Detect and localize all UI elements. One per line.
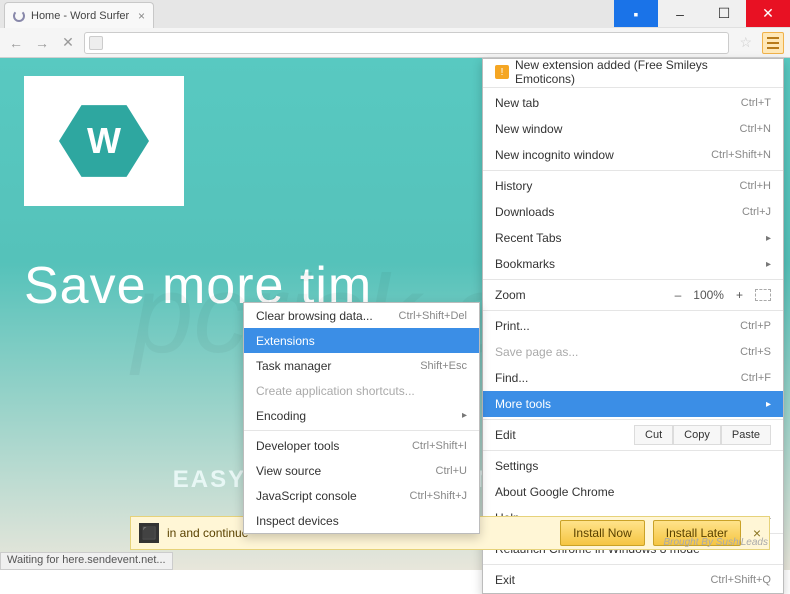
menu-edit-row: Edit Cut Copy Paste xyxy=(483,422,783,448)
menu-new-incognito[interactable]: New incognito windowCtrl+Shift+N xyxy=(483,142,783,168)
menu-print[interactable]: Print...Ctrl+P xyxy=(483,313,783,339)
menu-save-as[interactable]: Save page as...Ctrl+S xyxy=(483,339,783,365)
copy-button[interactable]: Copy xyxy=(673,425,721,445)
sub-shortcuts[interactable]: Create application shortcuts... xyxy=(244,378,479,403)
menu-settings[interactable]: Settings xyxy=(483,453,783,479)
maximize-button[interactable]: ☐ xyxy=(702,0,746,27)
menu-find[interactable]: Find...Ctrl+F xyxy=(483,365,783,391)
tabs-row: Home - Word Surfer × xyxy=(0,0,614,28)
menu-about[interactable]: About Google Chrome xyxy=(483,479,783,505)
logo-letter: W xyxy=(87,120,121,162)
menu-exit[interactable]: ExitCtrl+Shift+Q xyxy=(483,567,783,593)
install-icon: ⬛ xyxy=(139,523,159,543)
sub-task-manager[interactable]: Task managerShift+Esc xyxy=(244,353,479,378)
sub-view-source[interactable]: View sourceCtrl+U xyxy=(244,458,479,483)
menu-recent-tabs[interactable]: Recent Tabs▸ xyxy=(483,225,783,251)
tab-title: Home - Word Surfer xyxy=(31,10,129,22)
url-bar[interactable] xyxy=(84,32,729,54)
hex-logo: W xyxy=(59,102,149,180)
bookmark-star-icon[interactable]: ☆ xyxy=(739,34,752,51)
tab-close-icon[interactable]: × xyxy=(138,9,145,23)
zoom-value: 100% xyxy=(693,288,724,302)
menu-button[interactable] xyxy=(762,32,784,54)
stop-button[interactable]: ✕ xyxy=(58,33,78,53)
sub-devtools[interactable]: Developer toolsCtrl+Shift+I xyxy=(244,433,479,458)
back-button[interactable]: ← xyxy=(6,33,26,53)
sub-encoding[interactable]: Encoding▸ xyxy=(244,403,479,428)
forward-button[interactable]: → xyxy=(32,33,52,53)
install-now-button[interactable]: Install Now xyxy=(560,520,645,546)
brought-by-label: Brought By SushiLeads xyxy=(663,537,768,548)
sub-clear-data[interactable]: Clear browsing data...Ctrl+Shift+Del xyxy=(244,303,479,328)
more-tools-submenu: Clear browsing data...Ctrl+Shift+Del Ext… xyxy=(243,302,480,534)
alert-icon: ! xyxy=(495,65,509,79)
zoom-in-button[interactable]: + xyxy=(736,288,743,302)
status-bar: Waiting for here.sendevent.net... xyxy=(0,552,173,570)
menu-new-window[interactable]: New windowCtrl+N xyxy=(483,116,783,142)
page-icon xyxy=(89,36,103,50)
chrome-menu: !New extension added (Free Smileys Emoti… xyxy=(482,58,784,594)
menu-ext-alert[interactable]: !New extension added (Free Smileys Emoti… xyxy=(483,59,783,85)
cut-button[interactable]: Cut xyxy=(634,425,673,445)
close-button[interactable]: ✕ xyxy=(746,0,790,27)
menu-bookmarks[interactable]: Bookmarks▸ xyxy=(483,251,783,277)
toolbar: ← → ✕ ☆ xyxy=(0,28,790,58)
sub-js-console[interactable]: JavaScript consoleCtrl+Shift+J xyxy=(244,483,479,508)
tab-home[interactable]: Home - Word Surfer × xyxy=(4,2,154,28)
sub-inspect-devices[interactable]: Inspect devices xyxy=(244,508,479,533)
menu-more-tools[interactable]: More tools▸ xyxy=(483,391,783,417)
minimize-button[interactable]: – xyxy=(658,0,702,27)
sub-extensions[interactable]: Extensions xyxy=(244,328,479,353)
menu-downloads[interactable]: DownloadsCtrl+J xyxy=(483,199,783,225)
menu-history[interactable]: HistoryCtrl+H xyxy=(483,173,783,199)
paste-button[interactable]: Paste xyxy=(721,425,771,445)
fullscreen-icon[interactable] xyxy=(755,289,771,301)
user-button[interactable]: ▪ xyxy=(614,0,658,27)
logo-box: W xyxy=(24,76,184,206)
menu-zoom: Zoom – 100% + xyxy=(483,282,783,308)
menu-new-tab[interactable]: New tabCtrl+T xyxy=(483,90,783,116)
tab-spinner-icon xyxy=(13,10,25,22)
zoom-out-button[interactable]: – xyxy=(675,288,682,302)
